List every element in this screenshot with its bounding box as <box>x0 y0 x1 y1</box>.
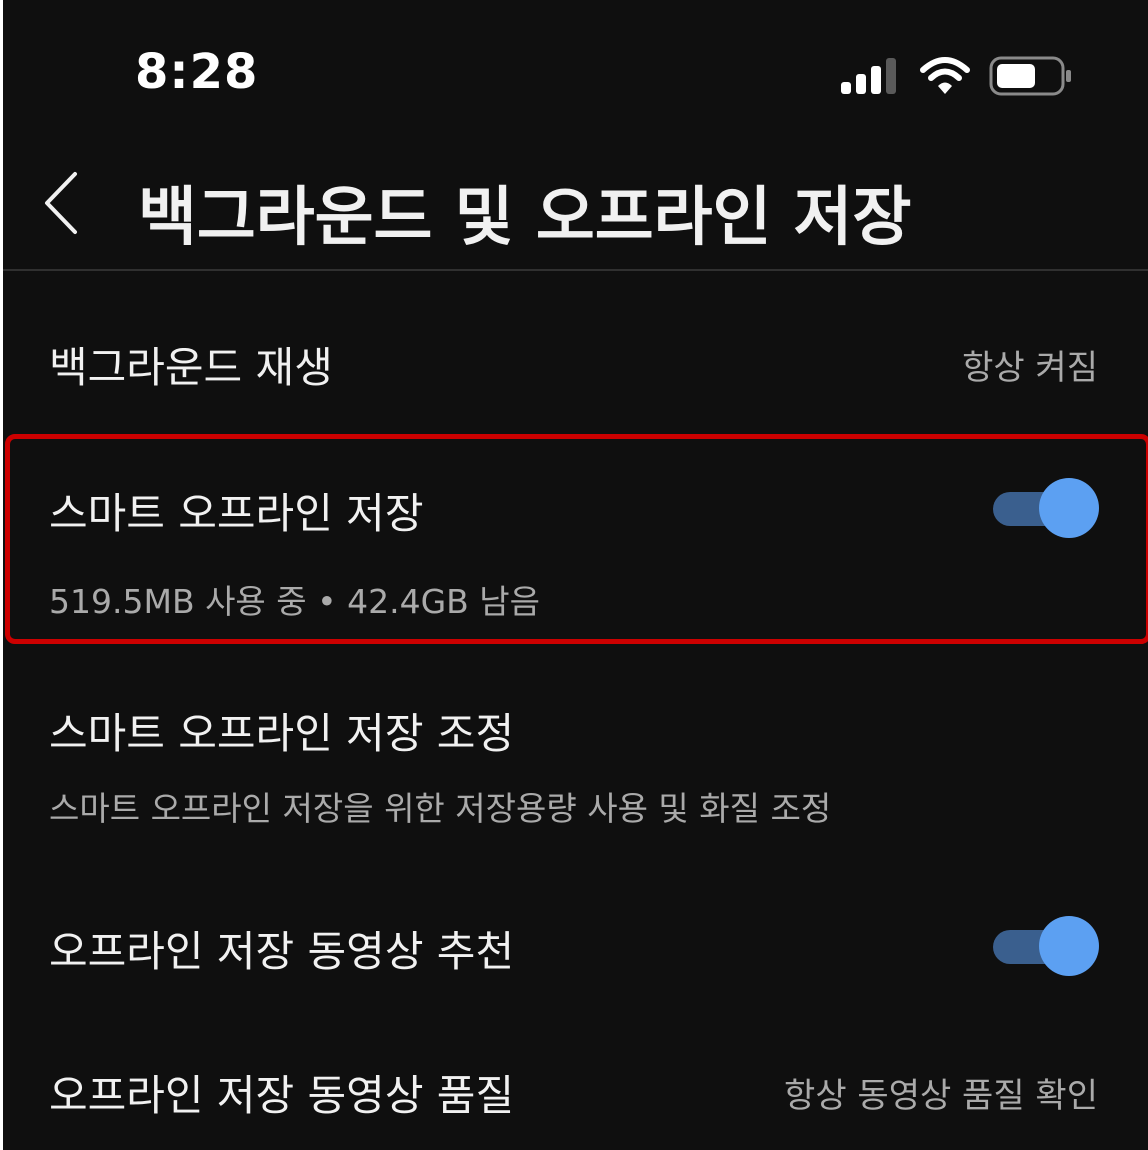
chevron-left-icon[interactable] <box>33 168 93 238</box>
status-time: 8:28 <box>135 44 259 100</box>
setting-title: 오프라인 저장 동영상 품질 <box>49 1071 515 1120</box>
toggle-knob <box>1039 478 1099 538</box>
setting-smart-offline[interactable]: 스마트 오프라인 저장 519.5MB 사용 중 • 42.4GB 남음 <box>3 440 1148 630</box>
setting-subtitle: 스마트 오프라인 저장을 위한 저장용량 사용 및 화질 조정 <box>49 789 832 828</box>
setting-title: 스마트 오프라인 저장 조정 <box>49 709 515 758</box>
setting-smart-offline-adjust[interactable]: 스마트 오프라인 저장 조정 스마트 오프라인 저장을 위한 저장용량 사용 및… <box>3 670 1148 850</box>
setting-background-play[interactable]: 백그라운드 재생 항상 켜짐 <box>3 300 1148 420</box>
setting-subtitle: 519.5MB 사용 중 • 42.4GB 남음 <box>49 582 540 621</box>
setting-title: 스마트 오프라인 저장 <box>49 489 424 538</box>
page-title: 백그라운드 및 오프라인 저장 <box>138 181 912 255</box>
setting-value: 항상 동영상 품질 확인 <box>784 1076 1098 1116</box>
settings-screen: 8:28 백그라운드 및 오프라인 저장 백그라운드 재생 항상 켜짐 스마트 … <box>3 0 1148 1150</box>
header-divider <box>3 269 1148 271</box>
offline-recommend-toggle[interactable] <box>993 916 1101 978</box>
setting-title: 오프라인 저장 동영상 추천 <box>49 927 515 976</box>
setting-offline-recommend[interactable]: 오프라인 저장 동영상 추천 <box>3 880 1148 1010</box>
smart-offline-toggle[interactable] <box>993 478 1101 540</box>
setting-offline-quality[interactable]: 오프라인 저장 동영상 품질 항상 동영상 품질 확인 <box>3 1030 1148 1150</box>
signal-icon <box>841 58 896 94</box>
setting-title: 백그라운드 재생 <box>49 343 333 392</box>
setting-value: 항상 켜짐 <box>962 348 1098 388</box>
wifi-icon <box>920 57 970 94</box>
battery-icon <box>989 56 1071 96</box>
toggle-knob <box>1039 916 1099 976</box>
